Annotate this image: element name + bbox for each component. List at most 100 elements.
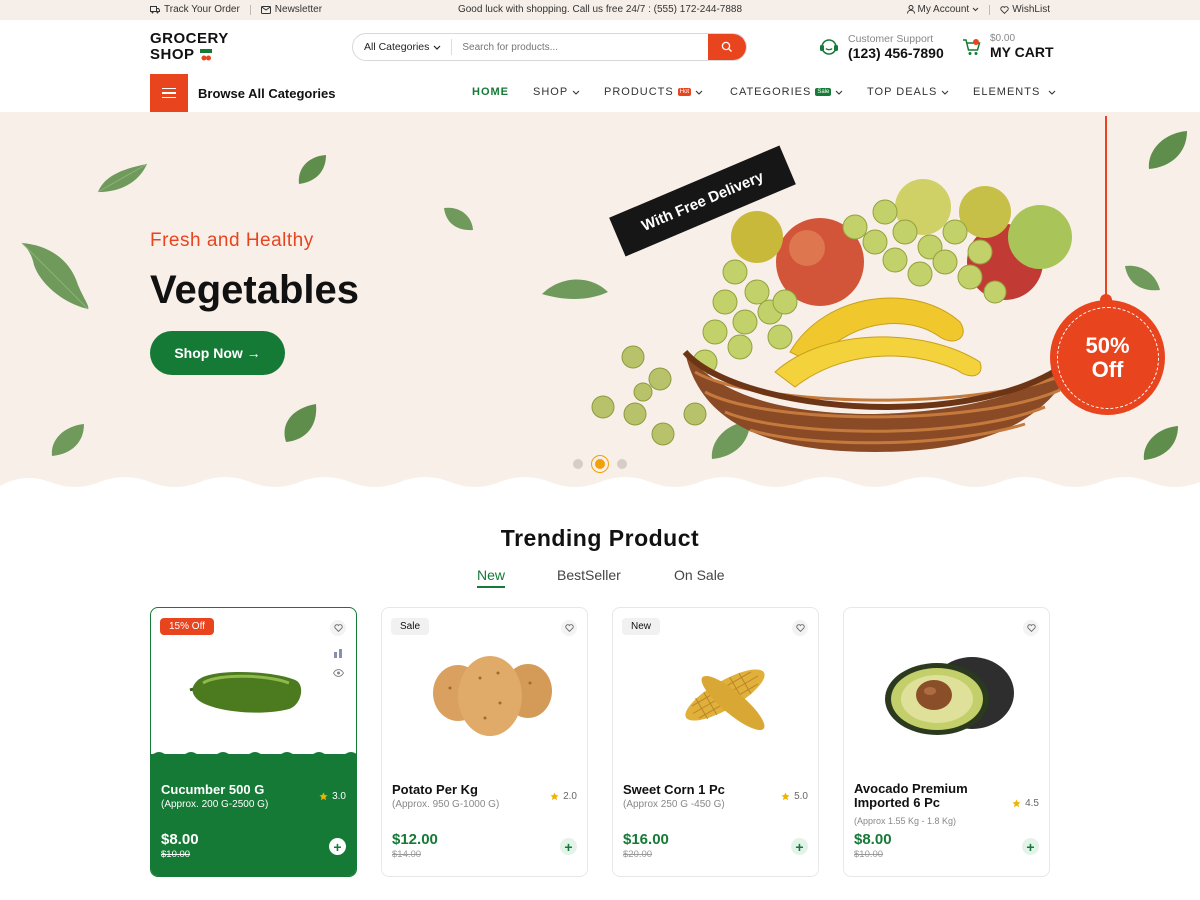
- nav-products-label: PRODUCTS: [604, 86, 674, 98]
- search-input[interactable]: [452, 41, 708, 53]
- my-account-dropdown[interactable]: My Account: [906, 4, 980, 15]
- wishlist-link[interactable]: WishList: [1000, 4, 1050, 15]
- add-to-cart-button[interactable]: +: [560, 838, 577, 855]
- wishlist-button[interactable]: [561, 620, 577, 636]
- heart-icon: [1000, 5, 1009, 14]
- nav-elements-label: ELEMENTS: [973, 86, 1041, 98]
- leaf-decoration: [298, 155, 326, 184]
- tag-string: [1105, 116, 1107, 298]
- category-select-label: All Categories: [364, 41, 430, 53]
- support-phone: (123) 456-7890: [848, 45, 944, 61]
- product-weight: (Approx. 200 G-2500 G): [161, 799, 269, 810]
- nav-categories-label: CATEGORIES: [730, 86, 812, 98]
- cart-amount: $0.00: [990, 33, 1016, 44]
- chevron-down-icon: [695, 90, 703, 95]
- corn-image: [685, 669, 765, 731]
- product-card[interactable]: New Sweet Corn 1 Pc (Approx 250 G -450 G…: [612, 607, 819, 877]
- shop-now-button[interactable]: Shop Now →: [150, 331, 285, 375]
- product-rating: 2.0: [550, 791, 577, 802]
- wishlist-button[interactable]: [1023, 620, 1039, 636]
- plus-icon: +: [564, 838, 573, 855]
- compare-button[interactable]: [330, 645, 346, 661]
- product-price: $8.00: [161, 831, 199, 848]
- old-price: $14.00: [392, 849, 422, 860]
- logo[interactable]: GROCERY SHOP: [150, 31, 229, 63]
- search-button[interactable]: [708, 34, 746, 60]
- product-name[interactable]: Potato Per Kg: [392, 783, 542, 797]
- new-tag: New: [622, 618, 661, 635]
- nav-elements[interactable]: ELEMENTS: [973, 86, 1056, 98]
- add-to-cart-button[interactable]: +: [329, 838, 346, 855]
- logo-line1: GROCERY: [150, 30, 229, 47]
- nav-shop-label: SHOP: [533, 86, 569, 98]
- star-icon: [1012, 799, 1021, 808]
- leaf-decoration: [21, 242, 89, 310]
- browse-categories-label[interactable]: Browse All Categories: [198, 86, 336, 101]
- product-rating: 5.0: [781, 791, 808, 802]
- rating-value: 5.0: [794, 791, 808, 802]
- nav-home[interactable]: HOME: [472, 86, 509, 98]
- old-price: $10.00: [854, 849, 884, 860]
- cart-icon: [963, 38, 981, 55]
- search-icon: [721, 41, 732, 52]
- tab-bestseller[interactable]: BestSeller: [557, 567, 621, 583]
- cart-button[interactable]: $0.00 MY CART: [962, 33, 1054, 60]
- product-weight: (Approx. 950 G-1000 G): [392, 799, 500, 810]
- rating-value: 2.0: [563, 791, 577, 802]
- hamburger-menu-button[interactable]: [150, 74, 188, 112]
- product-card[interactable]: Sale Potato Per Kg (Approx. 950 G-1000 G…: [381, 607, 588, 877]
- wishlist-button[interactable]: [792, 620, 808, 636]
- product-price: $8.00: [854, 831, 892, 848]
- headset-icon: [820, 39, 838, 55]
- tab-new-label: New: [477, 567, 506, 583]
- nav-home-label: HOME: [472, 86, 509, 98]
- potato-image: [433, 656, 552, 736]
- nav-top-deals-label: TOP DEALS: [867, 86, 938, 98]
- chevron-down-icon: [941, 90, 949, 95]
- add-to-cart-button[interactable]: +: [791, 838, 808, 855]
- leaf-decoration: [97, 163, 148, 193]
- cart-count-dot: [973, 38, 979, 45]
- add-to-cart-button[interactable]: +: [1022, 838, 1039, 855]
- top-bar: Track Your Order Newsletter Good luck wi…: [0, 0, 1200, 20]
- product-card[interactable]: Avocado Premium Imported 6 Pc (Approx 1.…: [843, 607, 1050, 877]
- product-rating: 3.0: [319, 791, 346, 802]
- product-name[interactable]: Sweet Corn 1 Pc: [623, 783, 773, 797]
- eye-icon: [332, 669, 344, 677]
- user-icon: [906, 5, 915, 14]
- nav-products[interactable]: PRODUCTS Hot: [604, 86, 703, 98]
- leaf-decoration: [51, 424, 84, 456]
- wishlist-label: WishList: [1012, 4, 1050, 15]
- section-title: Trending Product: [500, 525, 700, 551]
- category-select[interactable]: All Categories: [353, 39, 453, 55]
- leaf-decoration: [1125, 265, 1160, 291]
- customer-support[interactable]: Customer Support (123) 456-7890: [818, 33, 944, 61]
- plus-icon: +: [1026, 838, 1035, 855]
- wave-divider: [0, 477, 1200, 494]
- cherry-icon: [199, 49, 212, 61]
- tab-new[interactable]: New: [477, 567, 506, 588]
- plus-icon: +: [795, 838, 804, 855]
- product-weight: (Approx 1.55 Kg - 1.8 Kg): [854, 816, 957, 826]
- discount-badge: 50% Off: [1050, 300, 1165, 415]
- tab-on-sale[interactable]: On Sale: [674, 567, 725, 583]
- hamburger-icon: [162, 92, 176, 94]
- support-label: Customer Support: [848, 33, 934, 45]
- product-price: $12.00: [392, 831, 438, 848]
- quick-view-button[interactable]: [330, 665, 346, 681]
- nav-categories[interactable]: CATEGORIES Sale: [730, 86, 843, 98]
- star-icon: [781, 792, 790, 801]
- nav-shop[interactable]: SHOP: [533, 86, 580, 98]
- heart-icon: [333, 624, 343, 632]
- product-name[interactable]: Cucumber 500 G: [161, 783, 311, 797]
- compare-icon: [334, 649, 342, 658]
- nav-top-deals[interactable]: TOP DEALS: [867, 86, 949, 98]
- active-tab-underline: [477, 586, 506, 588]
- product-card[interactable]: 15% Off Cucumber 500 G (Approx. 200 G-25…: [150, 607, 357, 877]
- old-price: $10.00: [161, 849, 191, 860]
- rating-value: 4.5: [1025, 798, 1039, 809]
- product-rating: 4.5: [1012, 798, 1039, 809]
- divider: [989, 4, 991, 15]
- product-name[interactable]: Avocado Premium Imported 6 Pc: [854, 782, 1004, 810]
- wishlist-button[interactable]: [330, 620, 346, 636]
